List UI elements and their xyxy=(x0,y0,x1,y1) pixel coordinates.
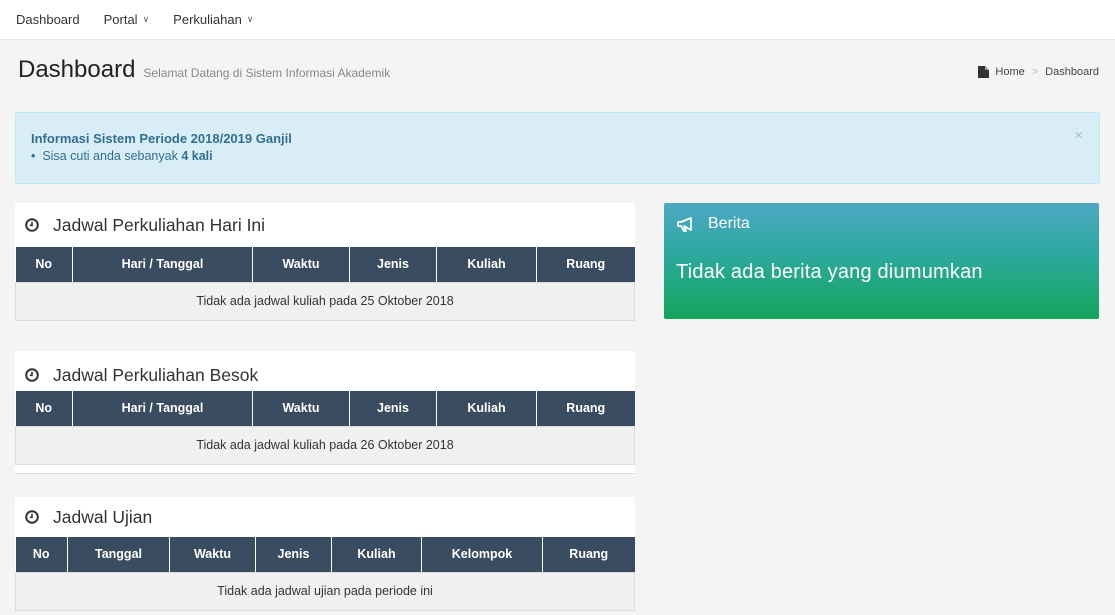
nav-dashboard-label: Dashboard xyxy=(16,12,80,27)
news-box: Berita Tidak ada berita yang diumumkan xyxy=(664,203,1099,319)
nav-portal[interactable]: Portal ∨ xyxy=(104,12,150,27)
col-hari-tanggal: Hari / Tanggal xyxy=(72,391,253,426)
panel-today-heading: Jadwal Perkuliahan Hari Ini xyxy=(15,203,635,247)
breadcrumb: Home > Dashboard xyxy=(978,66,1099,78)
nav-portal-label: Portal xyxy=(103,12,138,27)
chevron-down-icon: ∨ xyxy=(246,14,254,24)
col-hari-tanggal: Hari / Tanggal xyxy=(72,247,253,282)
col-kuliah: Kuliah xyxy=(436,247,537,282)
clock-icon xyxy=(25,510,39,524)
col-waktu: Waktu xyxy=(252,247,350,282)
page-subtitle: Selamat Datang di Sistem Informasi Akade… xyxy=(143,66,391,80)
panel-today: Jadwal Perkuliahan Hari Ini No Hari / Ta… xyxy=(15,203,635,321)
news-message: Tidak ada berita yang diumumkan xyxy=(676,261,983,283)
panel-exam-heading: Jadwal Ujian xyxy=(15,497,635,537)
alert-title: Informasi Sistem Periode 2018/2019 Ganji… xyxy=(31,131,292,146)
col-tanggal: Tanggal xyxy=(67,537,170,572)
col-ruang: Ruang xyxy=(536,247,635,282)
panel-tomorrow: Jadwal Perkuliahan Besok No Hari / Tangg… xyxy=(15,351,635,474)
nav-perkuliahan[interactable]: Perkuliahan ∨ xyxy=(173,12,253,27)
col-kelompok: Kelompok xyxy=(421,537,543,572)
col-jenis: Jenis xyxy=(255,537,332,572)
col-ruang: Ruang xyxy=(542,537,635,572)
document-icon xyxy=(978,66,990,78)
panel-exam: Jadwal Ujian No Tanggal Waktu Jenis Kuli… xyxy=(15,497,635,611)
table-row: Tidak ada jadwal ujian pada periode ini xyxy=(15,571,635,611)
table-tomorrow: No Hari / Tanggal Waktu Jenis Kuliah Rua… xyxy=(15,391,635,465)
col-waktu: Waktu xyxy=(169,537,256,572)
col-jenis: Jenis xyxy=(349,247,437,282)
alert-item: • Sisa cuti anda sebanyak 4 kali xyxy=(31,149,213,163)
panel-tomorrow-heading: Jadwal Perkuliahan Besok xyxy=(15,351,635,391)
alert-text: Sisa cuti anda sebanyak xyxy=(42,149,182,163)
news-header: Berita xyxy=(664,203,1099,233)
table-exam: No Tanggal Waktu Jenis Kuliah Kelompok R… xyxy=(15,537,635,611)
table-today: No Hari / Tanggal Waktu Jenis Kuliah Rua… xyxy=(15,247,635,321)
col-no: No xyxy=(15,537,68,572)
bullhorn-icon xyxy=(677,217,692,232)
col-waktu: Waktu xyxy=(252,391,350,426)
panel-tomorrow-title: Jadwal Perkuliahan Besok xyxy=(53,364,259,385)
clock-icon xyxy=(25,218,39,232)
table-row: Tidak ada jadwal kuliah pada 26 Oktober … xyxy=(15,425,635,465)
col-no: No xyxy=(15,391,73,426)
chevron-down-icon: ∨ xyxy=(142,14,150,24)
panel-today-title: Jadwal Perkuliahan Hari Ini xyxy=(53,214,266,235)
breadcrumb-current: Dashboard xyxy=(1045,66,1099,78)
page-header: Dashboard Selamat Datang di Sistem Infor… xyxy=(18,56,390,84)
col-kuliah: Kuliah xyxy=(436,391,537,426)
col-no: No xyxy=(15,247,73,282)
breadcrumb-home[interactable]: Home xyxy=(995,66,1024,78)
clock-icon xyxy=(25,368,39,382)
nav-perkuliahan-label: Perkuliahan xyxy=(173,12,242,27)
table-header-row: No Tanggal Waktu Jenis Kuliah Kelompok R… xyxy=(15,537,635,572)
table-header-row: No Hari / Tanggal Waktu Jenis Kuliah Rua… xyxy=(15,391,635,426)
table-header-row: No Hari / Tanggal Waktu Jenis Kuliah Rua… xyxy=(15,247,635,282)
news-title: Berita xyxy=(708,215,750,232)
col-jenis: Jenis xyxy=(349,391,437,426)
table-row: Tidak ada jadwal kuliah pada 25 Oktober … xyxy=(15,281,635,321)
top-navbar: Dashboard Portal ∨ Perkuliahan ∨ xyxy=(0,0,1115,40)
empty-message: Tidak ada jadwal kuliah pada 25 Oktober … xyxy=(15,281,635,321)
empty-message: Tidak ada jadwal kuliah pada 26 Oktober … xyxy=(15,425,635,465)
col-ruang: Ruang xyxy=(536,391,635,426)
info-alert: Informasi Sistem Periode 2018/2019 Ganji… xyxy=(15,112,1100,184)
nav-dashboard[interactable]: Dashboard xyxy=(16,12,80,27)
col-kuliah: Kuliah xyxy=(331,537,422,572)
breadcrumb-separator: > xyxy=(1031,66,1039,78)
empty-message: Tidak ada jadwal ujian pada periode ini xyxy=(15,571,635,611)
panel-exam-title: Jadwal Ujian xyxy=(53,506,153,527)
alert-count: 4 kali xyxy=(181,149,213,163)
page-title: Dashboard xyxy=(18,56,136,83)
close-icon[interactable]: × xyxy=(1074,127,1083,144)
